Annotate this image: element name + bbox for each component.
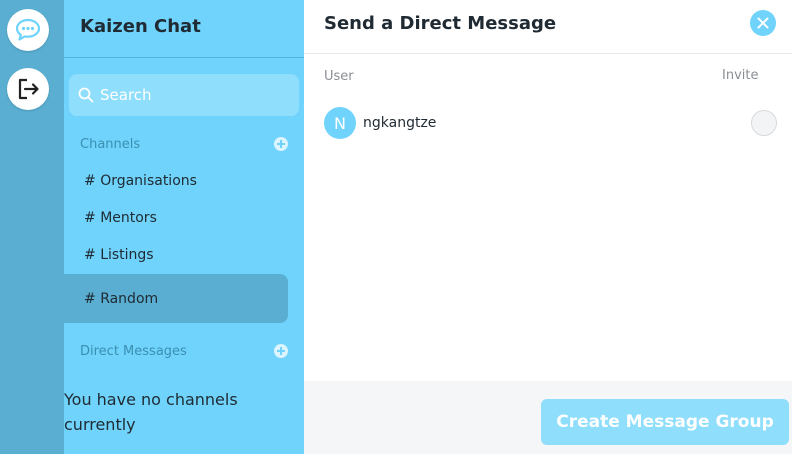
sidebar-divider bbox=[64, 57, 304, 58]
chat-bubble-icon bbox=[14, 17, 42, 43]
hash-icon: # bbox=[84, 247, 101, 263]
close-icon bbox=[757, 17, 769, 29]
add-direct-message-icon[interactable] bbox=[274, 344, 288, 358]
channel-label: Mentors bbox=[100, 210, 157, 226]
channel-item-organisations[interactable]: # Organisations bbox=[64, 168, 288, 194]
search-box[interactable] bbox=[69, 74, 299, 116]
hash-icon: # bbox=[84, 210, 101, 226]
user-column-header: User bbox=[324, 69, 354, 84]
hash-icon: # bbox=[84, 173, 101, 189]
create-message-group-button[interactable]: Create Message Group bbox=[541, 399, 789, 445]
invite-column-header: Invite bbox=[722, 68, 759, 83]
logout-icon bbox=[15, 76, 41, 102]
channel-label: Organisations bbox=[100, 173, 197, 189]
chat-button[interactable] bbox=[7, 9, 49, 51]
close-button[interactable] bbox=[750, 10, 776, 36]
hash-icon: # bbox=[84, 290, 101, 307]
dialog-divider bbox=[304, 53, 792, 54]
sidebar: Kaizen Chat Channels # Organisations # M… bbox=[64, 0, 304, 454]
channel-item-random[interactable]: # Random bbox=[64, 274, 288, 323]
dialog-footer: Create Message Group bbox=[304, 381, 792, 454]
user-name: ngkangtze bbox=[363, 115, 437, 131]
channels-section-label: Channels bbox=[80, 137, 141, 152]
invite-checkbox[interactable] bbox=[751, 110, 777, 136]
app-title: Kaizen Chat bbox=[80, 16, 201, 37]
direct-message-dialog: Send a Direct Message User Invite N ngka… bbox=[304, 0, 792, 454]
avatar: N bbox=[324, 107, 356, 139]
empty-dm-text: You have no channels currently bbox=[64, 390, 238, 434]
logout-button[interactable] bbox=[7, 68, 49, 110]
search-input[interactable] bbox=[98, 85, 292, 105]
channel-label: Random bbox=[100, 290, 159, 307]
search-icon bbox=[78, 87, 94, 103]
direct-messages-section-label: Direct Messages bbox=[80, 344, 187, 359]
channel-label: Listings bbox=[100, 247, 154, 263]
channel-item-mentors[interactable]: # Mentors bbox=[64, 205, 288, 231]
app-rail bbox=[0, 0, 64, 454]
channel-item-listings[interactable]: # Listings bbox=[64, 242, 288, 268]
dialog-title: Send a Direct Message bbox=[324, 13, 557, 34]
add-channel-icon[interactable] bbox=[274, 137, 288, 151]
